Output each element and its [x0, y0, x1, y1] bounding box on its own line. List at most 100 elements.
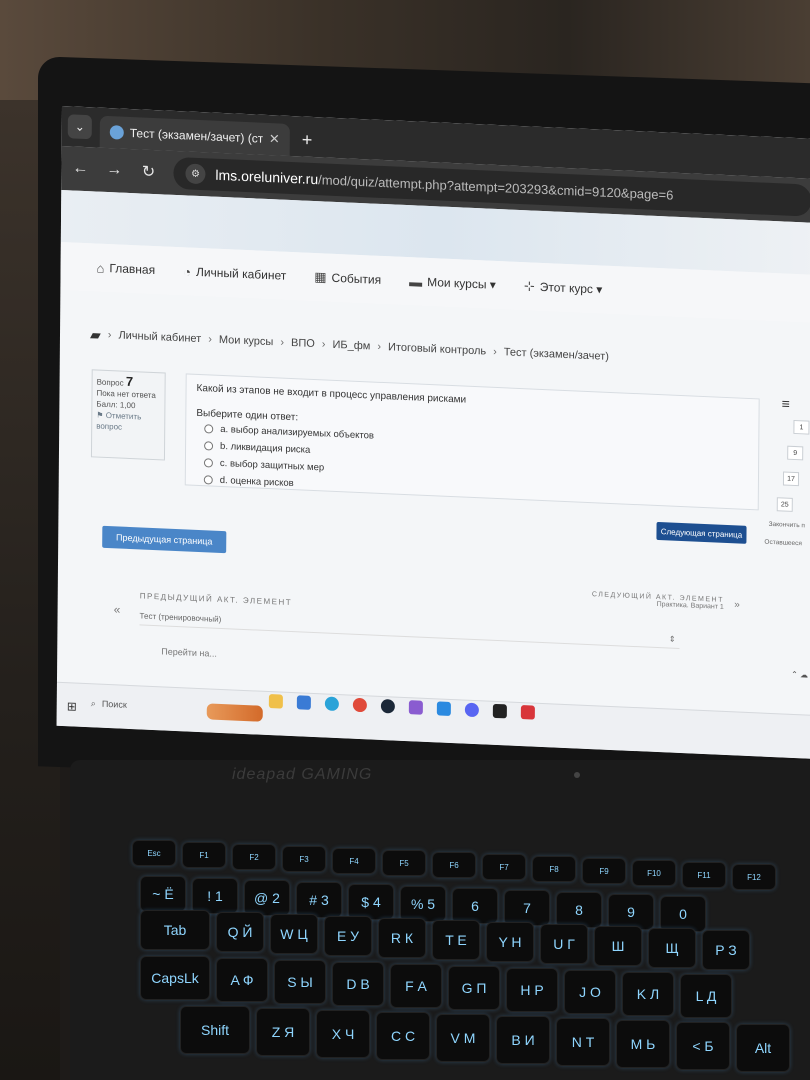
keyboard-key[interactable]: @ 2: [244, 880, 290, 916]
keyboard-key[interactable]: A Ф: [216, 958, 268, 1002]
keyboard-key[interactable]: F4: [332, 848, 376, 874]
keyboard-key[interactable]: Esc: [132, 840, 176, 866]
keyboard-key[interactable]: % 5: [400, 886, 446, 922]
keyboard-key[interactable]: Y Н: [486, 922, 534, 962]
nav-this-course[interactable]: ⊹ Этот курс ▾: [524, 278, 603, 297]
breadcrumb-vpo[interactable]: ВПО: [291, 337, 315, 350]
keyboard-key[interactable]: V М: [436, 1014, 490, 1062]
previous-activity-link[interactable]: ПРЕДЫДУЩИЙ АКТ. ЭЛЕМЕНТ: [140, 591, 292, 607]
next-page-button[interactable]: Следующая страница: [656, 521, 747, 544]
keyboard-key[interactable]: T Е: [432, 920, 480, 960]
finish-attempt-link[interactable]: Закончить п: [769, 521, 805, 530]
keyboard-key[interactable]: F2: [232, 844, 276, 870]
breadcrumb-course[interactable]: ИБ_фм: [332, 339, 370, 353]
steam-icon[interactable]: [380, 698, 395, 714]
forward-icon[interactable]: →: [105, 161, 123, 180]
hamburger-menu-icon[interactable]: ≡: [782, 395, 790, 411]
keyboard-key[interactable]: 0: [660, 896, 706, 932]
keyboard-key[interactable]: ! 1: [192, 878, 238, 914]
keyboard-key[interactable]: M Ь: [616, 1020, 670, 1068]
keyboard-key[interactable]: S Ы: [274, 960, 326, 1004]
keyboard-key[interactable]: F10: [632, 860, 676, 886]
keyboard-key[interactable]: N Т: [556, 1018, 610, 1066]
widgets-icon[interactable]: [206, 703, 263, 722]
keyboard-key[interactable]: F А: [390, 964, 442, 1008]
breadcrumb-my-courses[interactable]: Мои курсы: [219, 334, 274, 348]
keyboard-key[interactable]: D В: [332, 962, 384, 1006]
keyboard-key[interactable]: F12: [732, 864, 776, 890]
radio-b[interactable]: [204, 441, 214, 451]
radio-a[interactable]: [204, 424, 214, 434]
previous-page-button[interactable]: Предыдущая страница: [102, 525, 227, 554]
nav-my-courses[interactable]: ▬ Мои курсы ▾: [409, 274, 496, 293]
site-info-icon[interactable]: ⚙: [185, 163, 206, 185]
keyboard-key[interactable]: < Б: [676, 1022, 730, 1070]
keyboard-key[interactable]: F9: [582, 858, 626, 884]
breadcrumb-current[interactable]: Тест (экзамен/зачет): [504, 346, 609, 363]
keyboard-key[interactable]: Alt: [736, 1024, 790, 1072]
keyboard-key[interactable]: CapsLk: [140, 956, 210, 1000]
mail-icon[interactable]: [296, 695, 311, 710]
nav-events[interactable]: ▦ События: [314, 269, 381, 288]
recorder-icon[interactable]: [520, 705, 535, 720]
keyboard-key[interactable]: F1: [182, 842, 226, 868]
previous-activity-arrow-icon[interactable]: «: [114, 602, 121, 616]
keyboard-key[interactable]: Q Й: [216, 912, 264, 952]
tray-chevron-icon[interactable]: ⌃ ☁ ◉: [791, 670, 810, 680]
new-tab-button[interactable]: +: [302, 129, 313, 150]
keyboard-key[interactable]: F8: [532, 856, 576, 882]
keyboard-key[interactable]: C С: [376, 1012, 430, 1060]
edge-icon[interactable]: [324, 696, 339, 712]
quiz-nav-question-17[interactable]: 17: [782, 471, 800, 487]
taskbar-search[interactable]: ⌕ Поиск: [91, 698, 127, 711]
keyboard-key[interactable]: ~ Ё: [140, 876, 186, 912]
terminal-icon[interactable]: [492, 703, 507, 719]
keyboard-key[interactable]: F7: [482, 854, 526, 880]
radio-c[interactable]: [203, 458, 213, 468]
chrome-icon[interactable]: [352, 697, 367, 713]
file-explorer-icon[interactable]: [268, 694, 283, 709]
keyboard-key[interactable]: E У: [324, 916, 372, 956]
quiz-nav-question-25[interactable]: 25: [776, 497, 793, 512]
keyboard-key[interactable]: L Д: [680, 974, 732, 1018]
keyboard-key[interactable]: W Ц: [270, 914, 318, 954]
radio-d[interactable]: [203, 475, 213, 485]
reload-icon[interactable]: ↻: [139, 161, 157, 182]
keyboard-key[interactable]: K Л: [622, 972, 674, 1016]
keyboard-key[interactable]: # 3: [296, 882, 342, 918]
breadcrumb-section[interactable]: Итоговый контроль: [388, 341, 486, 357]
keyboard-key[interactable]: X Ч: [316, 1010, 370, 1058]
jump-to-select[interactable]: Перейти на...: [161, 646, 217, 658]
keyboard-key[interactable]: J О: [564, 970, 616, 1014]
keyboard-key[interactable]: F6: [432, 852, 476, 878]
keyboard-key[interactable]: Z Я: [256, 1008, 310, 1056]
keyboard-key[interactable]: H Р: [506, 968, 558, 1012]
keyboard-key[interactable]: F11: [682, 862, 726, 888]
keyboard-key[interactable]: B И: [496, 1016, 550, 1064]
keyboard-key[interactable]: Shift: [180, 1006, 250, 1054]
keyboard-key[interactable]: $ 4: [348, 884, 394, 920]
nav-dashboard[interactable]: ◔ Личный кабинет: [183, 264, 286, 283]
discord-icon[interactable]: [464, 702, 479, 718]
flag-question-link[interactable]: ⚑ Отметить вопрос: [96, 410, 160, 435]
keyboard-key[interactable]: R К: [378, 918, 426, 958]
keyboard-key[interactable]: U Г: [540, 924, 588, 964]
keyboard-key[interactable]: 7: [504, 890, 550, 926]
quiz-nav-question-9[interactable]: 9: [787, 445, 804, 461]
keyboard-key[interactable]: Ш: [594, 926, 642, 966]
keyboard-key[interactable]: Щ: [648, 928, 696, 968]
keyboard-key[interactable]: Tab: [140, 910, 210, 950]
back-icon[interactable]: ←: [71, 159, 89, 178]
breadcrumb-dashboard[interactable]: Личный кабинет: [118, 329, 201, 345]
visual-studio-icon[interactable]: [408, 700, 423, 715]
keyboard-key[interactable]: F5: [382, 850, 426, 876]
next-activity-arrow-icon[interactable]: »: [734, 599, 740, 610]
quiz-nav-question-1[interactable]: 1: [793, 419, 810, 435]
keyboard-key[interactable]: G П: [448, 966, 500, 1010]
vscode-icon[interactable]: [436, 701, 451, 716]
keyboard-key[interactable]: P З: [702, 930, 750, 970]
keyboard-key[interactable]: 8: [556, 892, 602, 928]
windows-start-icon[interactable]: ⊞: [67, 699, 77, 713]
keyboard-key[interactable]: 6: [452, 888, 498, 924]
keyboard-key[interactable]: F3: [282, 846, 326, 872]
